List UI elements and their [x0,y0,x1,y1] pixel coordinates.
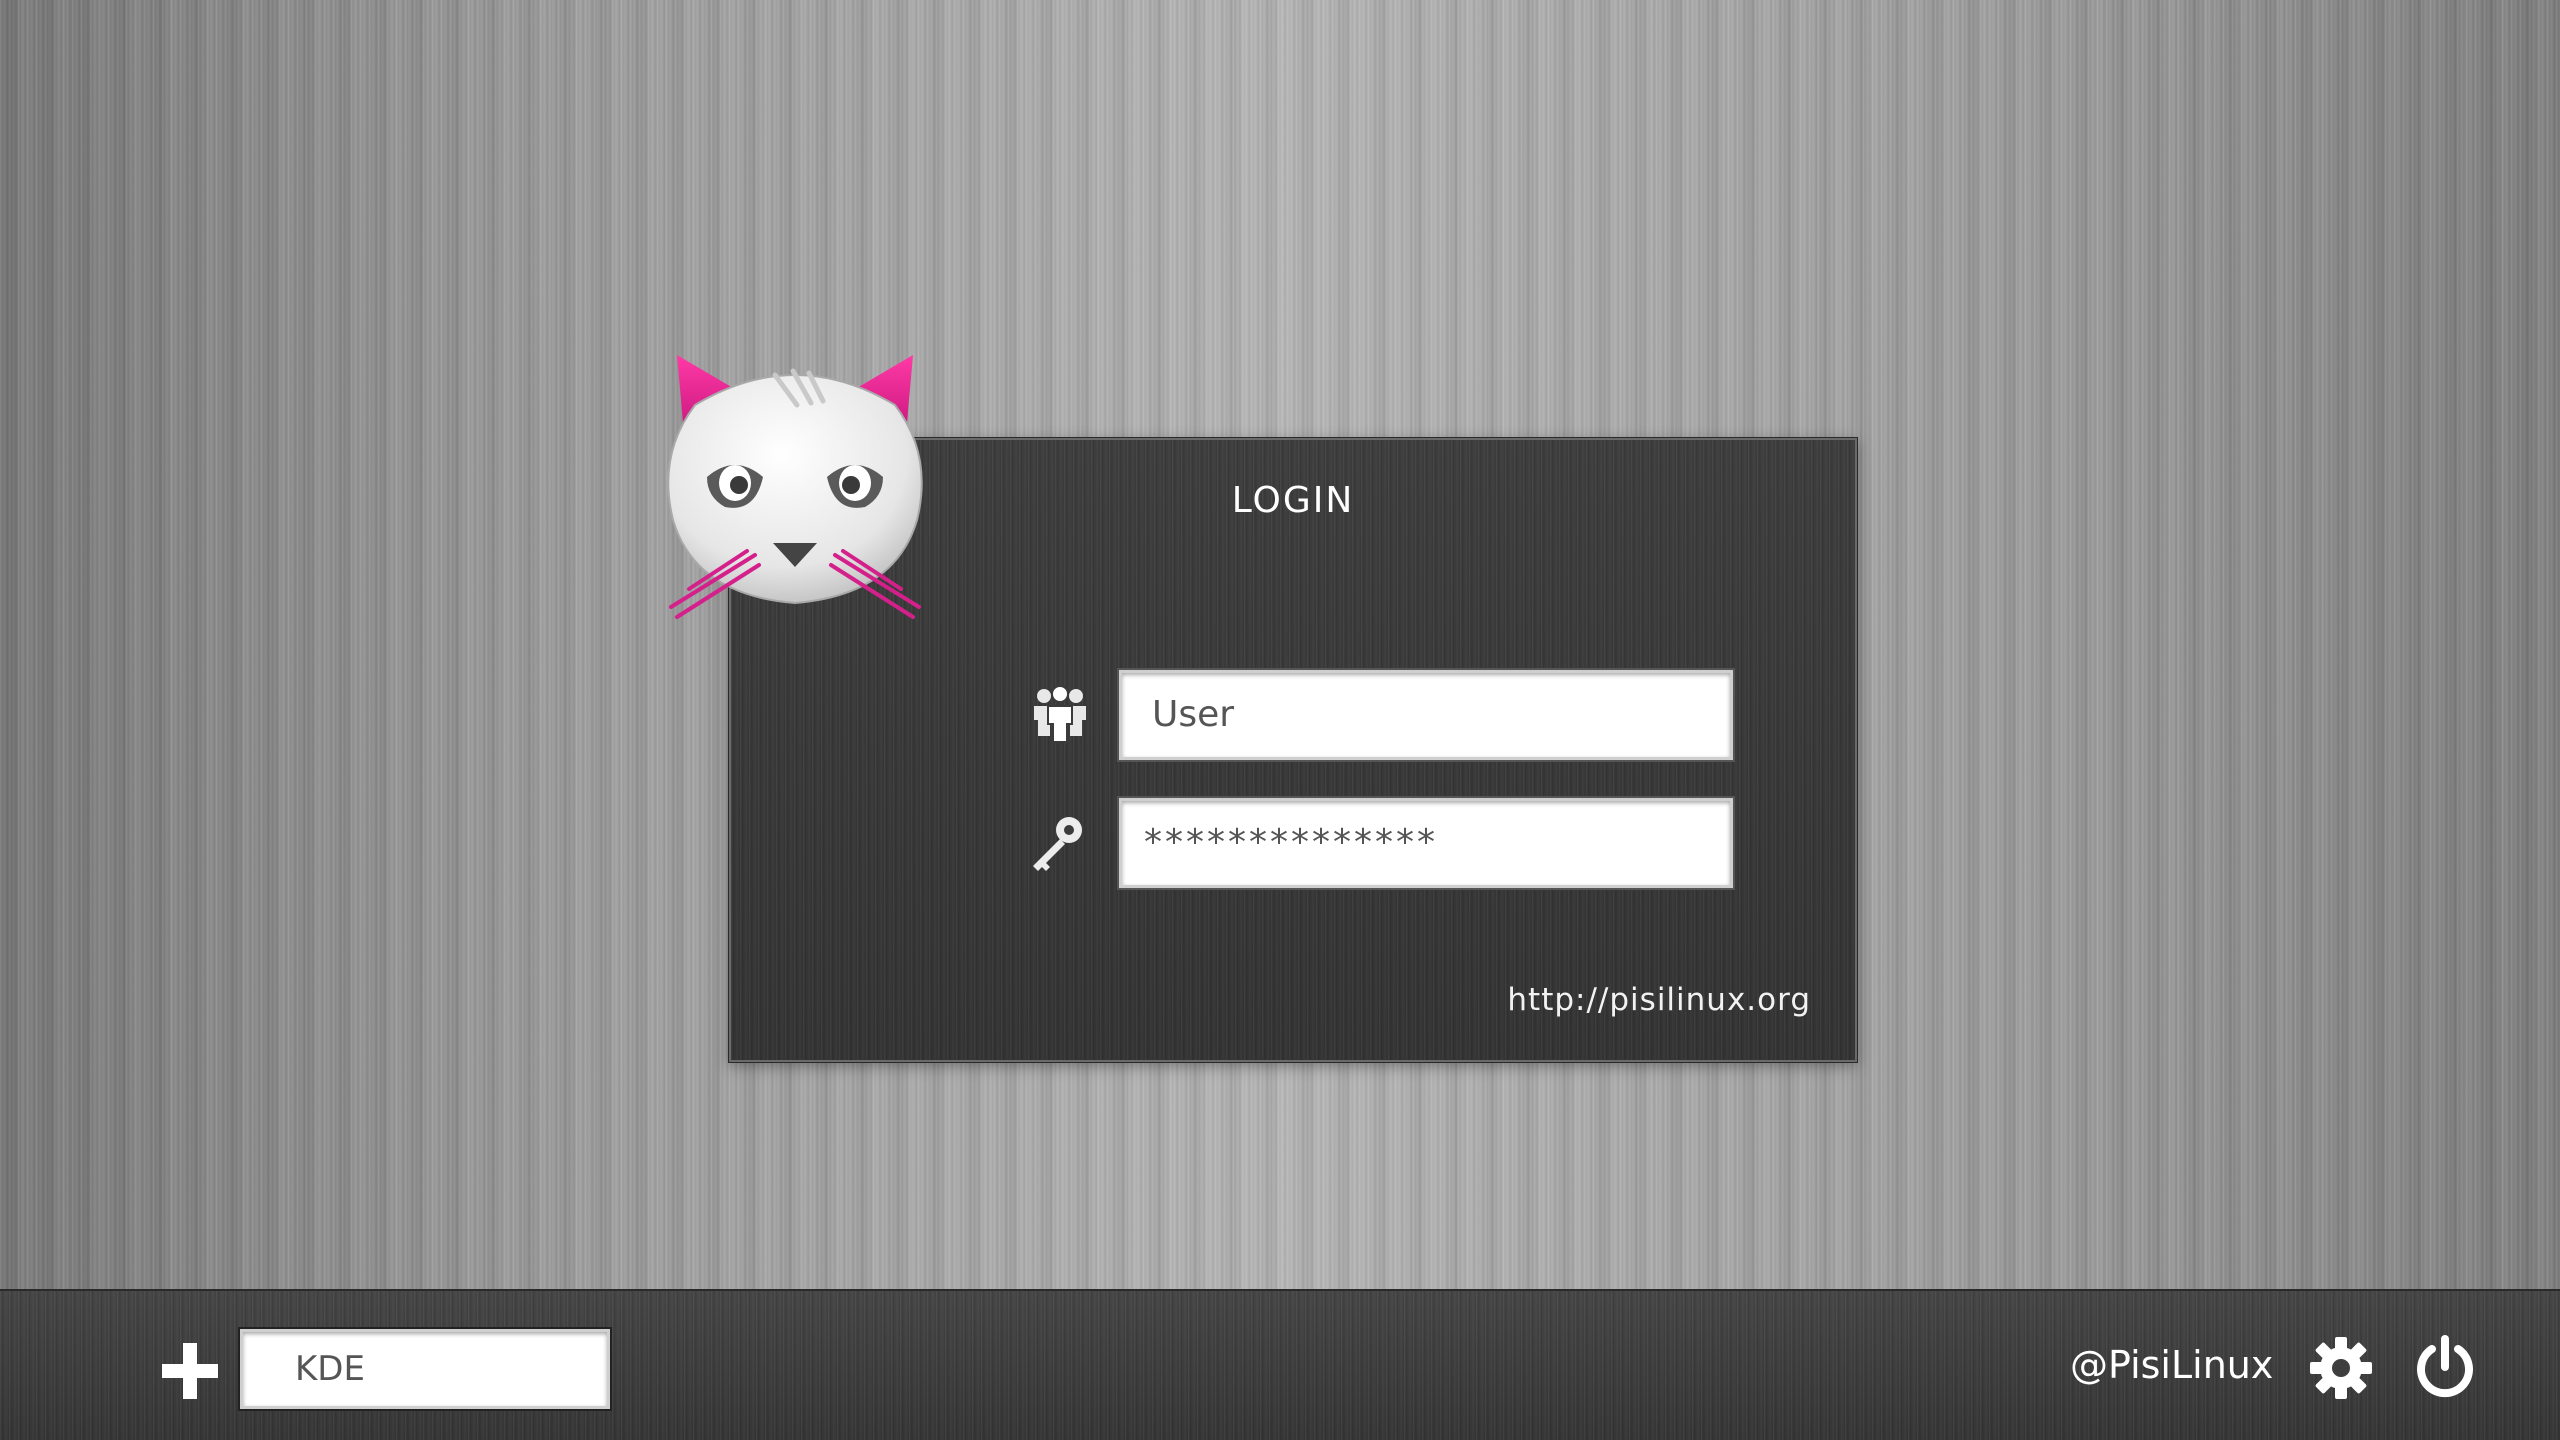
website-link[interactable]: http://pisilinux.org [1507,982,1811,1018]
power-icon[interactable] [2412,1335,2478,1401]
username-field[interactable]: User [1119,670,1733,760]
plus-icon[interactable] [160,1341,220,1401]
session-select[interactable]: KDE [240,1329,610,1409]
pisilinux-handle: @PisiLinux [2070,1343,2274,1387]
key-icon [1025,812,1089,876]
users-icon [1028,682,1092,746]
gear-icon[interactable] [2308,1335,2374,1401]
bottom-bar: KDE @PisiLinux [0,1289,2560,1440]
pisi-cat-logo [655,345,935,625]
password-field[interactable]: ************** [1119,798,1733,888]
